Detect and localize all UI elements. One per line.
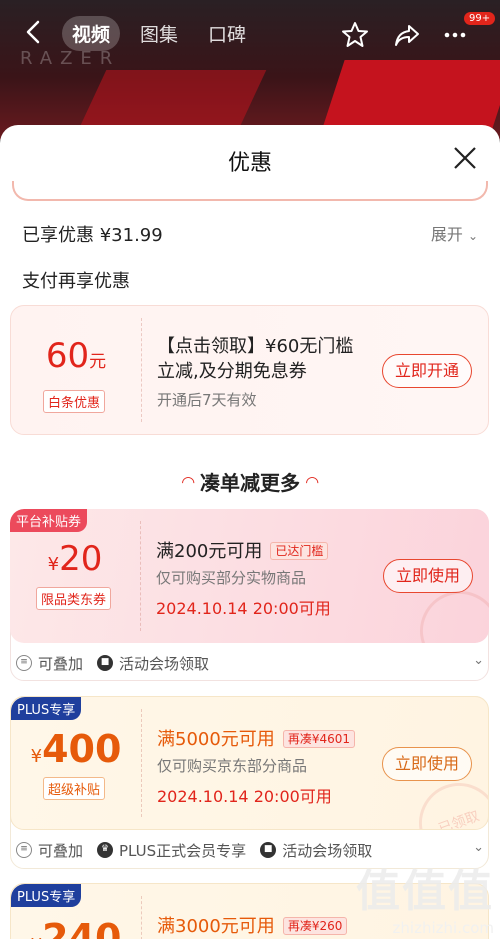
notification-badge: 99+ [464, 12, 496, 25]
coupon-amount: 60元 [11, 336, 141, 376]
status-badge: 再凑¥4601 [282, 730, 355, 748]
footer-text: 活动会场领取 [119, 654, 210, 673]
coupon-validity: 开通后7天有效 [157, 391, 257, 409]
coupon-left: 60元 白条优惠 [11, 306, 141, 434]
enjoyed-discount: 已享优惠 ¥31.99 [22, 225, 163, 246]
currency-symbol: ¥ [47, 554, 60, 575]
coupon-divider [140, 521, 141, 631]
status-badge: 已达门槛 [270, 542, 329, 560]
star-icon[interactable] [340, 20, 370, 50]
chevron-down-icon: ⌄ [467, 229, 478, 243]
currency-symbol: ¥ [31, 935, 42, 939]
chevron-down-icon[interactable]: ⌄ [473, 840, 484, 855]
coupon-divider [141, 318, 142, 422]
coupon-tag: 限品类东券 [36, 587, 112, 610]
currency-symbol: ¥ [30, 746, 43, 767]
discount-sheet: 优惠 已享优惠 ¥31.99 展开 ⌄ 支付再享优惠 60元 白条优惠 【点击领… [0, 125, 500, 939]
watermark-logo: 值值值 [356, 866, 494, 917]
coupon-date: 2024.10.14 20:00可用 [157, 787, 332, 806]
coupon-scope: 仅可购买京东部分商品 [157, 757, 308, 775]
condition-text: 满3000元可用 [157, 916, 275, 937]
coupon-footer: ≡ 可叠加 ♛ PLUS正式会员专享 ■ 活动会场领取 [16, 837, 372, 863]
crown-icon: ♛ [97, 842, 114, 858]
activate-button[interactable]: 立即开通 [381, 354, 472, 388]
coupon-left: ¥400 超级补贴 [11, 697, 141, 829]
site-watermark: 值值值 zhizhizhi.com [356, 855, 494, 937]
coupon-card: 平台补贴券 ¥20 限品类东券 满200元可用 已达门槛 仅可购买部分实物商品 2… [10, 509, 489, 643]
amount-value: 240 [42, 916, 122, 939]
ticket-icon: ■ [260, 842, 277, 858]
coupon-date: 2024.10.14 20:00可用 [156, 599, 331, 618]
smile-icon: ◡ [181, 475, 194, 494]
use-now-button[interactable]: 立即使用 [381, 747, 472, 781]
coupon-divider [141, 709, 142, 817]
watermark-site: zhizhizhi.com [392, 919, 494, 937]
more-icon[interactable] [440, 20, 470, 50]
amount-value: 60 [45, 336, 90, 376]
stackable-note: ≡ 可叠加 [16, 840, 83, 861]
share-icon[interactable] [392, 20, 422, 50]
coupon-scope: 仅可购买部分实物商品 [156, 569, 307, 587]
footer-text: 可叠加 [38, 654, 84, 673]
venue-note: ■ 活动会场领取 [97, 653, 209, 674]
stack-icon: ≡ [16, 655, 32, 671]
previous-card-edge [12, 181, 488, 201]
coupon-left: ¥240 [11, 884, 141, 939]
coupon-amount: ¥400 [11, 727, 141, 771]
back-icon[interactable] [20, 18, 48, 46]
sheet-title: 优惠 [227, 151, 272, 176]
amount-unit: 元 [89, 352, 107, 372]
coupon-condition: 满5000元可用 再凑¥4601 [157, 725, 355, 751]
smile-icon: ◡ [306, 475, 319, 494]
ticket-icon: ■ [97, 655, 114, 671]
media-tabs: 视频 图集 口碑 [62, 16, 256, 51]
coupon-tag: 超级补贴 [43, 777, 106, 800]
coupon-amount: ¥20 [10, 539, 140, 579]
footer-text: 可叠加 [38, 841, 84, 860]
top-nav: 视频 图集 口碑 99+ [0, 10, 500, 56]
coupon-tag: 白条优惠 [43, 390, 106, 413]
expand-label: 展开 [430, 225, 463, 244]
status-badge: 再凑¥260 [282, 917, 348, 935]
coupon-title: 【点击领取】¥60无门槛立减,及分期免息券 [157, 336, 354, 382]
tab-reviews[interactable]: 口碑 [198, 16, 256, 51]
plus-member-note: ♛ PLUS正式会员专享 [97, 840, 246, 861]
tab-gallery[interactable]: 图集 [130, 16, 188, 51]
use-now-button[interactable]: 立即使用 [382, 559, 473, 593]
coupon-amount: ¥240 [11, 916, 141, 939]
chevron-down-icon[interactable]: ⌄ [473, 653, 484, 668]
coupon-left: ¥20 限品类东券 [10, 509, 140, 643]
amount-value: 400 [42, 727, 122, 771]
close-icon[interactable] [452, 145, 478, 171]
coupon-card: PLUS专享 ¥400 超级补贴 满5000元可用 再凑¥4601 仅可购买京东部… [10, 696, 489, 830]
tab-video[interactable]: 视频 [62, 16, 121, 51]
footer-text: PLUS正式会员专享 [119, 841, 247, 860]
more-section-heading: ◡ 凑单减更多 ◡ [0, 467, 500, 496]
coupon-divider [141, 896, 142, 939]
pay-more-heading: 支付再享优惠 [22, 271, 130, 292]
more-section-label: 凑单减更多 [200, 471, 300, 495]
condition-text: 满5000元可用 [157, 729, 275, 750]
stack-icon: ≡ [16, 842, 32, 858]
expand-toggle[interactable]: 展开 ⌄ [431, 221, 478, 245]
baitiao-coupon-card: 60元 白条优惠 【点击领取】¥60无门槛立减,及分期免息券 开通后7天有效 立… [10, 305, 489, 435]
coupon-condition: 满3000元可用 再凑¥260 [157, 912, 348, 938]
coupon-footer: ≡ 可叠加 ■ 活动会场领取 [16, 650, 209, 676]
amount-value: 20 [59, 539, 103, 579]
coupon-condition: 满200元可用 已达门槛 [156, 537, 329, 563]
stackable-note: ≡ 可叠加 [16, 653, 83, 674]
condition-text: 满200元可用 [156, 541, 263, 562]
